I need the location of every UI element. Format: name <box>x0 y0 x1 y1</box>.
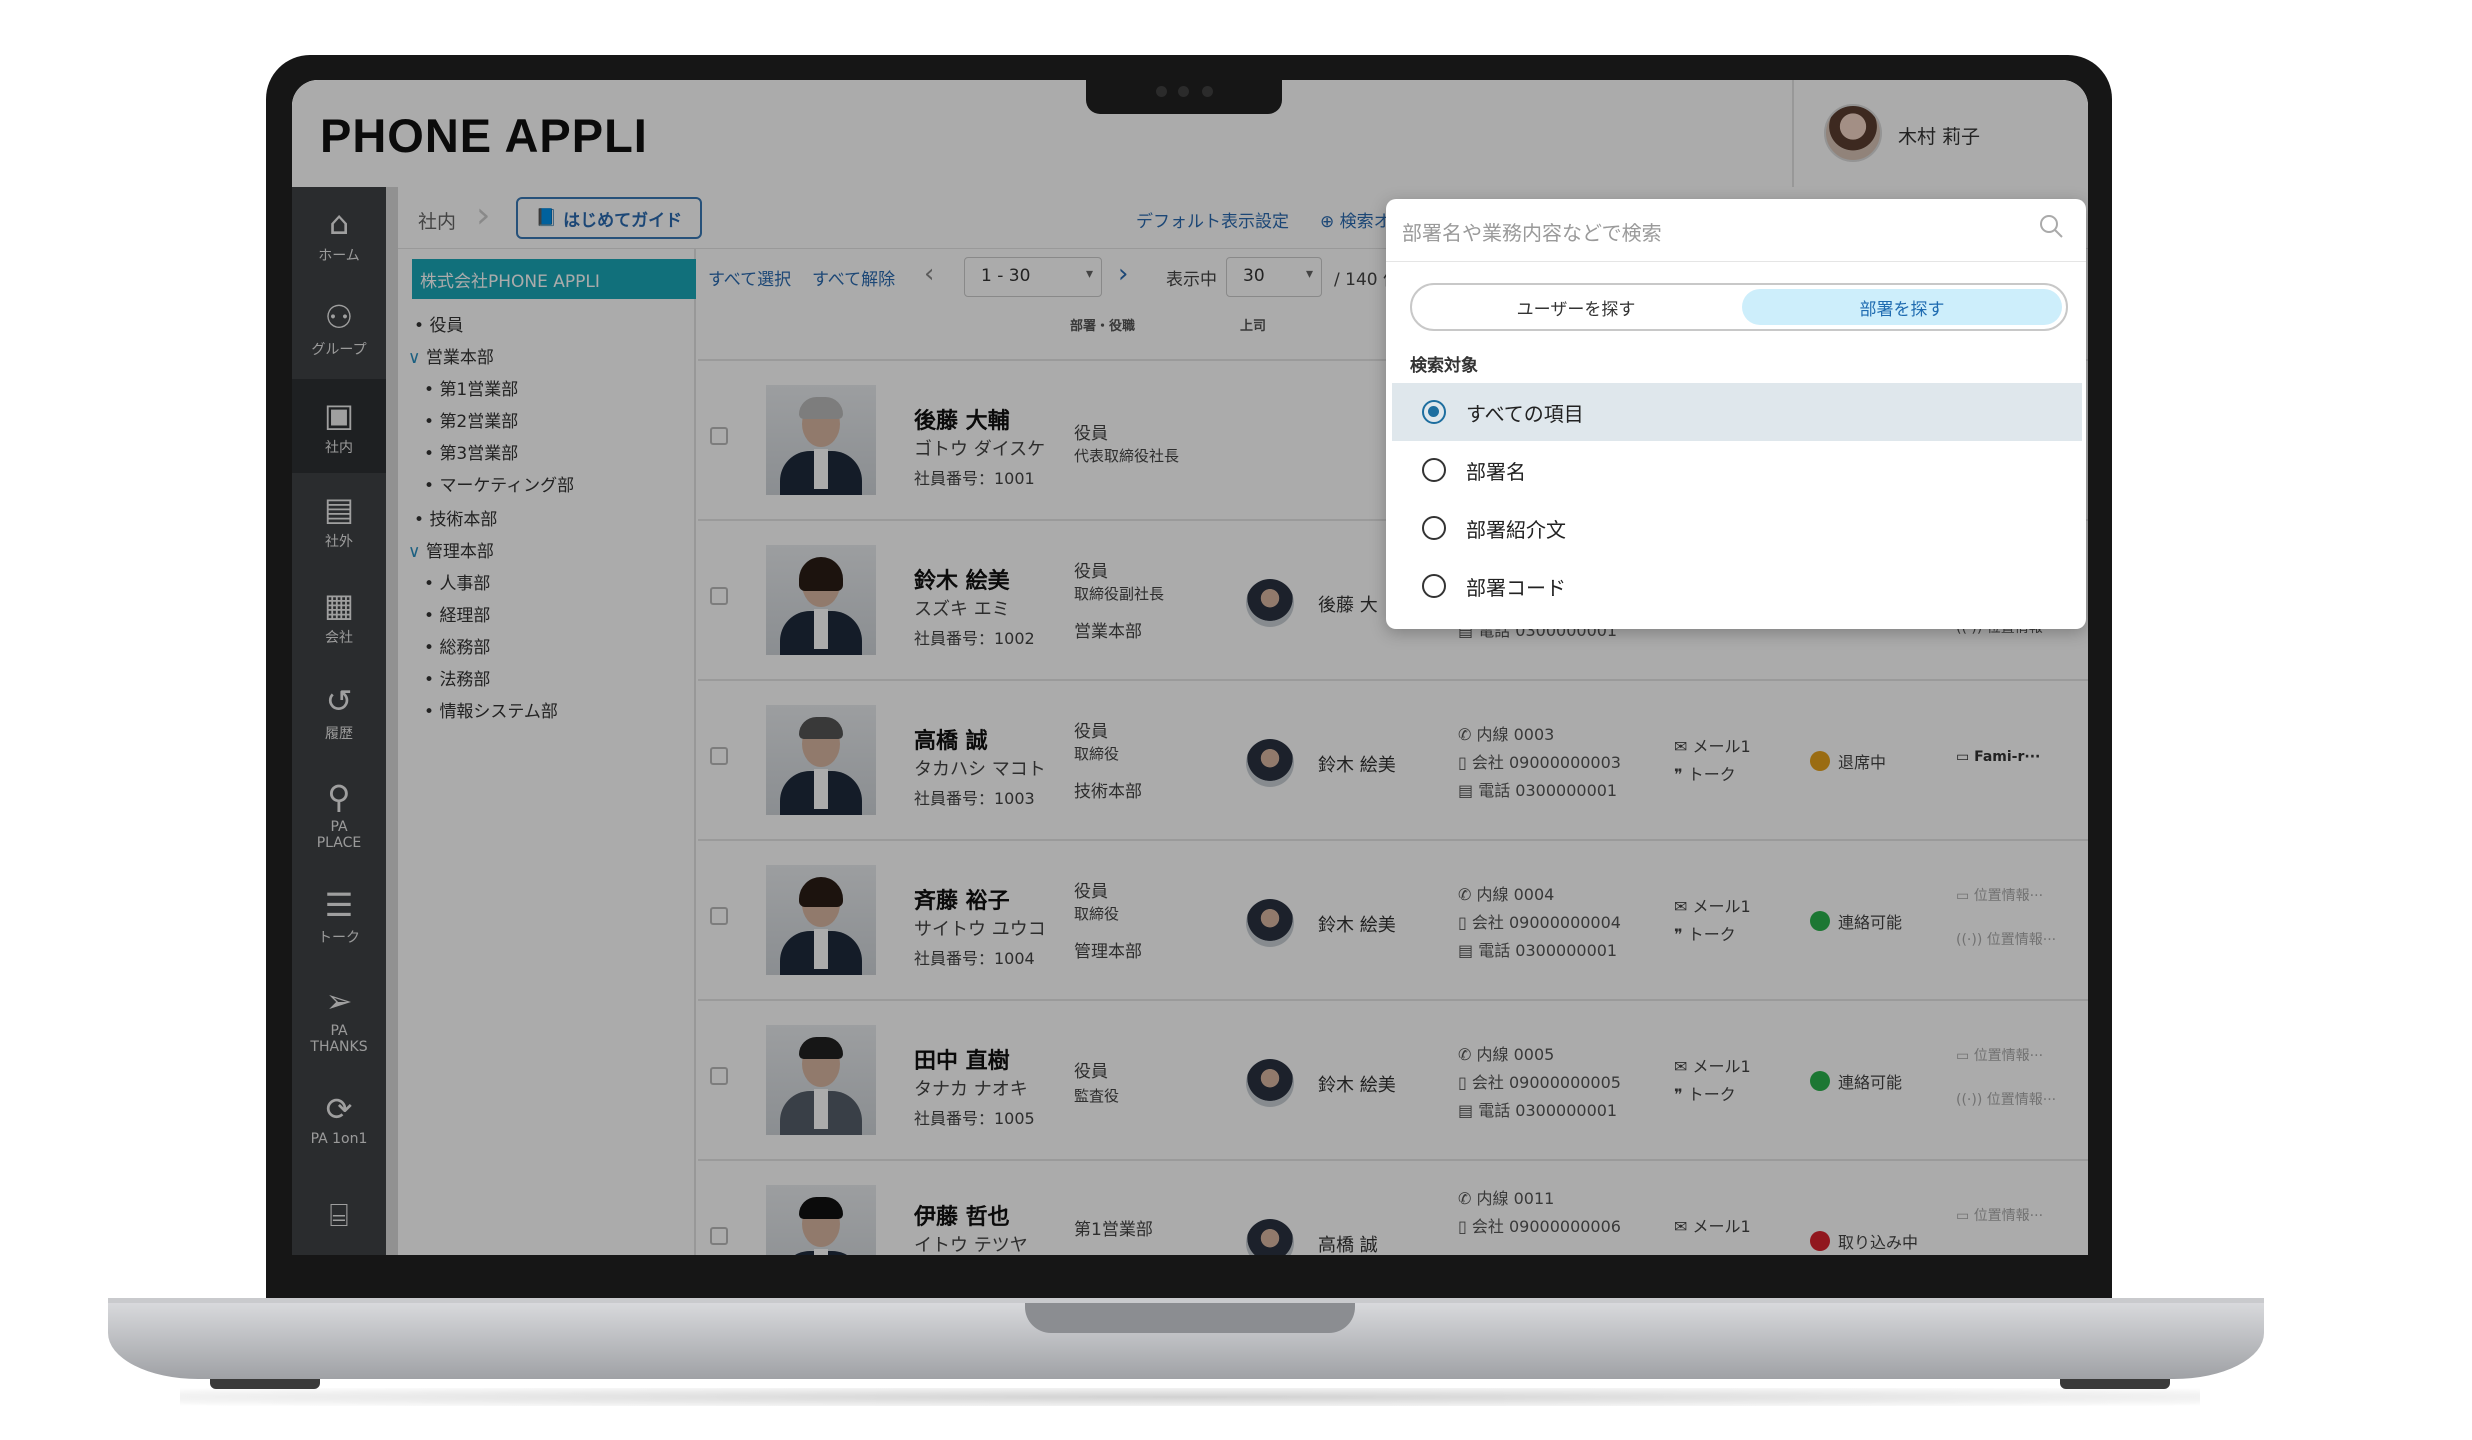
camera-notch <box>1086 78 1282 114</box>
tab-search-users[interactable]: ユーザーを探す <box>1416 289 1736 325</box>
radio-icon[interactable] <box>1422 574 1446 598</box>
laptop-shadow <box>180 1388 2200 1406</box>
option-label: 部署紹介文 <box>1466 517 1566 542</box>
radio-icon[interactable] <box>1422 516 1446 540</box>
scope-option-all[interactable]: すべての項目 <box>1392 383 2082 441</box>
scope-option-dept-intro[interactable]: 部署紹介文 <box>1392 499 2082 557</box>
scope-option-dept-name[interactable]: 部署名 <box>1392 441 2082 499</box>
search-icon[interactable] <box>2038 213 2064 239</box>
department-search-popup: ユーザーを探す 部署を探す 検索対象 すべての項目 部署名 部署紹介文 部署コー… <box>1386 199 2086 629</box>
option-label: 部署コード <box>1466 575 1566 600</box>
option-label: すべての項目 <box>1466 401 1584 426</box>
laptop-thumb-notch <box>1025 1303 1355 1333</box>
app-screen: PHONE APPLI 木村 莉子 ⌂ ホーム ⚇ グループ ▣ 社内 ▤ 社外 ▦ 会社… <box>292 80 2088 1255</box>
laptop-foot <box>210 1379 320 1389</box>
search-mode-toggle: ユーザーを探す 部署を探す <box>1410 283 2068 331</box>
radio-icon[interactable] <box>1422 458 1446 482</box>
laptop-foot <box>2060 1379 2170 1389</box>
laptop-frame: PHONE APPLI 木村 莉子 ⌂ ホーム ⚇ グループ ▣ 社内 ▤ 社外 ▦ 会社… <box>0 0 2472 1440</box>
tab-search-departments[interactable]: 部署を探す <box>1742 289 2062 325</box>
department-search-input[interactable] <box>1402 217 2042 249</box>
radio-selected-icon[interactable] <box>1422 400 1446 424</box>
option-label: 部署名 <box>1466 459 1526 484</box>
scope-option-dept-code[interactable]: 部署コード <box>1392 557 2082 615</box>
divider <box>1386 261 2086 262</box>
search-scope-label: 検索対象 <box>1410 356 1478 376</box>
